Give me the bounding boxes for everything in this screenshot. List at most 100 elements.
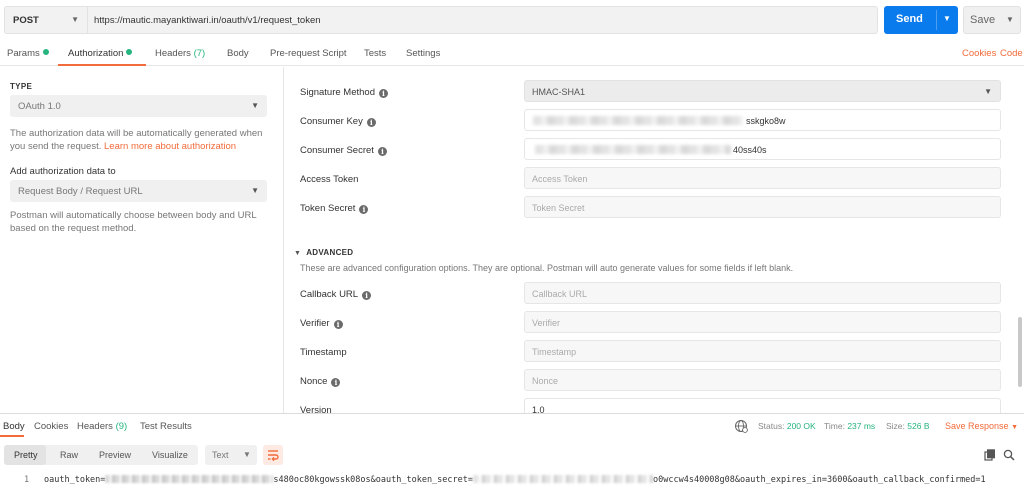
- view-tab-preview[interactable]: Preview: [99, 450, 131, 460]
- save-button[interactable]: Save ▼: [963, 6, 1021, 34]
- tab-headers[interactable]: Headers (7): [155, 48, 205, 59]
- nonce-label: Nonce i: [300, 376, 341, 387]
- tab-authorization[interactable]: Authorization: [68, 48, 133, 59]
- search-icon[interactable]: [1003, 449, 1015, 461]
- info-icon[interactable]: i: [366, 118, 376, 127]
- chevron-down-icon: ▼: [1011, 424, 1018, 431]
- signature-method-label: Signature Method i: [300, 87, 388, 98]
- form-scrollbar[interactable]: [1017, 67, 1023, 413]
- advanced-toggle[interactable]: ▼ ADVANCED: [294, 248, 353, 257]
- code-link[interactable]: Code: [1000, 48, 1023, 59]
- status-label: Status:: [758, 421, 785, 431]
- verifier-field[interactable]: Verifier: [524, 311, 1001, 333]
- chevron-down-icon[interactable]: ▼: [1006, 15, 1014, 24]
- token-secret-field[interactable]: Token Secret: [524, 196, 1001, 218]
- headers-count: (7): [193, 48, 206, 59]
- version-field[interactable]: 1.0: [524, 398, 1001, 413]
- chevron-down-icon: ▼: [243, 450, 251, 459]
- wrap-button[interactable]: [263, 445, 283, 465]
- response-tab-body[interactable]: Body: [3, 421, 25, 432]
- status-dot: [42, 49, 49, 55]
- save-label: Save: [970, 14, 996, 26]
- nonce-placeholder: Nonce: [532, 376, 559, 386]
- callback-url-placeholder: Callback URL: [532, 289, 588, 299]
- auth-note-line: based on the request method.: [10, 223, 137, 234]
- field-label: Consumer Key: [300, 116, 363, 127]
- time-label: Time:: [824, 421, 845, 431]
- auth-type-panel: TYPE OAuth 1.0 ▼ The authorization data …: [0, 67, 284, 413]
- request-tabs: Params Authorization Headers (7) Body Pr…: [0, 42, 1024, 66]
- info-icon[interactable]: i: [331, 378, 341, 387]
- view-mode-tabs: Pretty Raw Preview Visualize: [4, 445, 198, 465]
- field-label: Token Secret: [300, 203, 356, 214]
- type-label: TYPE: [10, 82, 33, 91]
- info-icon[interactable]: i: [377, 147, 387, 156]
- timestamp-label: Timestamp: [300, 347, 347, 358]
- access-token-field[interactable]: Access Token: [524, 167, 1001, 189]
- auth-type-value: OAuth 1.0: [18, 101, 61, 112]
- verifier-label: Verifier i: [300, 318, 343, 329]
- response-tab-headers[interactable]: Headers (9): [77, 421, 127, 432]
- consumer-secret-field[interactable]: 40ss40s: [524, 138, 1001, 160]
- tab-params[interactable]: Params: [7, 48, 49, 59]
- verifier-placeholder: Verifier: [532, 318, 561, 328]
- url-input[interactable]: https://mautic.mayanktiwari.in/oauth/v1/…: [88, 6, 878, 34]
- response-tab-cookies[interactable]: Cookies: [34, 421, 68, 432]
- auth-note: Postman will automatically choose betwee…: [10, 209, 270, 235]
- add-auth-select[interactable]: Request Body / Request URL ▼: [10, 180, 267, 202]
- method-select[interactable]: POST ▼: [4, 6, 88, 34]
- time-value: 237 ms: [847, 421, 876, 431]
- response-time: Time: 237 ms: [824, 421, 875, 431]
- view-tab-visualize[interactable]: Visualize: [152, 450, 188, 460]
- auth-type-select[interactable]: OAuth 1.0 ▼: [10, 95, 267, 117]
- chevron-down-icon: ▼: [251, 186, 259, 195]
- save-response-button[interactable]: Save Response ▼: [945, 421, 1018, 431]
- globe-icon[interactable]: [734, 419, 748, 433]
- consumer-key-label: Consumer Key i: [300, 116, 376, 127]
- redacted-value: [535, 145, 731, 154]
- version-label: Version: [300, 405, 332, 413]
- consumer-key-field[interactable]: sskgko8w: [524, 109, 1001, 131]
- signature-method-select[interactable]: HMAC-SHA1 ▼: [524, 80, 1001, 102]
- info-icon[interactable]: i: [359, 205, 369, 214]
- save-response-label: Save Response: [945, 421, 1009, 431]
- field-label: Verifier: [300, 318, 330, 329]
- response-body: oauth_token= s480oc80kgowssk08os&oauth_to…: [44, 475, 986, 485]
- auth-description: The authorization data will be automatic…: [10, 127, 270, 153]
- scroll-thumb[interactable]: [1018, 317, 1022, 387]
- tab-label: Authorization: [68, 48, 124, 59]
- cookies-link[interactable]: Cookies: [962, 48, 996, 59]
- active-tab-indicator: [58, 64, 146, 66]
- info-icon[interactable]: i: [362, 291, 372, 300]
- view-tab-pretty[interactable]: Pretty: [14, 450, 38, 460]
- auth-description-line: you send the request.: [10, 141, 102, 152]
- tab-prerequest-script[interactable]: Pre-request Script: [270, 48, 347, 59]
- timestamp-field[interactable]: Timestamp: [524, 340, 1001, 362]
- tab-label: Headers: [77, 421, 113, 432]
- format-select[interactable]: Text ▼: [205, 445, 257, 465]
- redacted-value: [533, 116, 743, 125]
- info-icon[interactable]: i: [379, 89, 388, 98]
- access-token-label: Access Token: [300, 174, 359, 185]
- copy-icon[interactable]: [984, 449, 996, 461]
- info-icon[interactable]: i: [333, 320, 343, 329]
- send-button[interactable]: Send ▼: [884, 6, 958, 34]
- chevron-down-icon[interactable]: ▼: [943, 14, 951, 23]
- redacted-value: [473, 475, 654, 483]
- field-label: Nonce: [300, 376, 328, 387]
- headers-count: (9): [115, 421, 128, 432]
- response-tab-test-results[interactable]: Test Results: [140, 421, 192, 432]
- tab-tests[interactable]: Tests: [364, 48, 386, 59]
- view-tab-raw[interactable]: Raw: [60, 450, 78, 460]
- redacted-value: [105, 475, 274, 483]
- field-label: Callback URL: [300, 289, 359, 300]
- nonce-field[interactable]: Nonce: [524, 369, 1001, 391]
- url-value: https://mautic.mayanktiwari.in/oauth/v1/…: [94, 15, 321, 26]
- callback-url-field[interactable]: Callback URL: [524, 282, 1001, 304]
- tab-body[interactable]: Body: [227, 48, 249, 59]
- learn-more-link[interactable]: Learn more about authorization: [104, 141, 236, 152]
- add-auth-value: Request Body / Request URL: [18, 186, 143, 197]
- tab-settings[interactable]: Settings: [406, 48, 440, 59]
- callback-url-label: Callback URL i: [300, 289, 372, 300]
- response-panel: Body Cookies Headers (9) Test Results St…: [0, 413, 1024, 499]
